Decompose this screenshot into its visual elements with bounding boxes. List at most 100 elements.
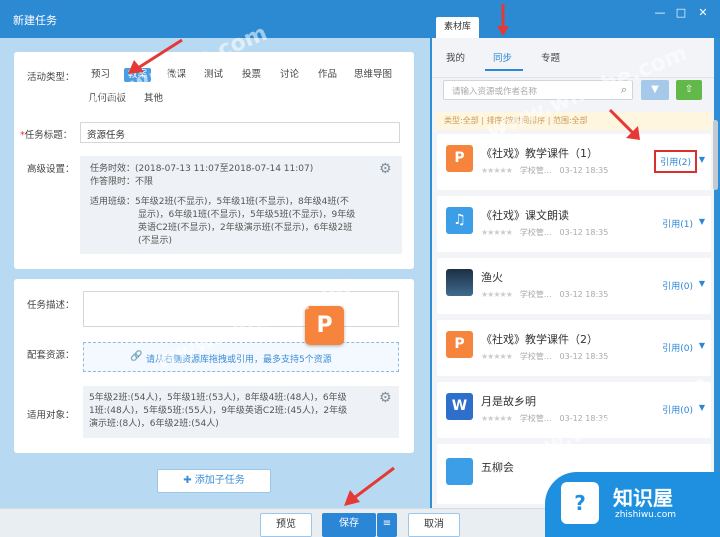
task-title-value: 资源任务 [87,130,126,141]
resource-name: 《社戏》课文朗读 [481,209,569,222]
resource-meta: ★★★★★ 学校管... 03-12 18:35 [481,227,608,238]
logo-url: zhishiwu.com [615,510,676,520]
resource-author: 学校管... [519,414,552,423]
resource-item[interactable]: 渔火 ★★★★★ 学校管... 03-12 18:35 引用(0) ▼ [437,258,711,314]
resource-item[interactable]: ♫ 《社戏》课文朗读 ★★★★★ 学校管... 03-12 18:35 引用(1… [437,196,711,252]
word-icon: W [446,393,473,420]
type-mindmap[interactable]: 思维导图 [350,68,396,82]
caret-down-icon[interactable]: ▼ [699,279,705,288]
logo-text: 知识屋 [613,486,673,510]
rating-stars: ★★★★★ [481,414,513,423]
target-line3: 演示班:(8人)，6年级2班:(54人) [89,419,219,429]
target-label: 适用对象： [27,410,75,421]
resource-author: 学校管... [519,166,552,175]
logo-icon: ? [561,482,599,524]
resource-name: 月是故乡明 [481,395,536,408]
arrow-annotation [497,4,509,36]
subtab-sync[interactable]: 同步 [493,50,512,64]
preview-button[interactable]: 预览 [260,513,312,537]
ppt-icon: P [446,331,473,358]
resource-date: 03-12 18:35 [559,290,609,299]
cite-button[interactable]: 引用(1) [662,217,693,230]
ppt-icon: P [446,145,473,172]
cite-button[interactable]: 引用(0) [662,341,693,354]
type-vote[interactable]: 投票 [238,68,265,82]
resource-date: 03-12 18:35 [559,228,609,237]
scrollbar[interactable] [713,120,718,190]
resource-author: 学校管... [519,352,552,361]
caret-down-icon[interactable]: ▼ [699,155,705,164]
subtab-indicator [485,69,523,71]
resource-name: 《社戏》教学课件（1） [481,147,598,160]
search-placeholder: 请输入资源或作者名称 [452,87,538,97]
resource-author: 学校管... [519,228,552,237]
resource-item[interactable]: P 《社戏》教学课件（1） ★★★★★ 学校管... 03-12 18:35 引… [437,134,711,190]
resource-name: 《社戏》教学课件（2） [481,333,598,346]
cite-button[interactable]: 引用(0) [662,279,693,292]
minimize-button[interactable]: — [652,6,668,19]
type-discuss[interactable]: 讨论 [276,68,303,82]
arrow-annotation [128,38,183,74]
resource-item[interactable]: P 《社戏》教学课件（2） ★★★★★ 学校管... 03-12 18:35 引… [437,320,711,376]
caret-down-icon[interactable]: ▼ [699,403,705,412]
arrow-annotation [608,108,640,140]
resource-author: 学校管... [519,290,552,299]
target-gear-icon[interactable]: ⚙ [379,390,392,406]
caret-down-icon[interactable]: ▼ [699,217,705,226]
answer-limit: 作答限时：不限 [90,177,154,187]
subtab-mine[interactable]: 我的 [446,50,465,64]
activity-type-label: 活动类型： [27,72,75,83]
image-thumbnail [446,269,473,296]
subtab-divider [432,77,714,78]
maximize-button[interactable]: □ [673,6,689,19]
resource-meta: ★★★★★ 学校管... 03-12 18:35 [481,351,608,362]
filter-icon: ▼ [651,84,659,95]
resource-meta: ★★★★★ 学校管... 03-12 18:35 [481,289,608,300]
classes-line2: 显示)，6年级1班(不显示)，5年级5班(不显示)，9年级 [138,210,356,220]
cite-button[interactable]: 引用(2) [654,150,697,173]
upload-button[interactable]: ⇧ [676,80,702,100]
add-subtask-button[interactable]: ✚ 添加子任务 [157,469,271,493]
description-label: 任务描述： [27,300,75,311]
doc-icon [446,458,473,485]
task-title-text: 任务标题： [24,130,73,141]
gear-icon[interactable]: ⚙ [379,161,392,177]
advanced-label: 高级设置： [27,164,75,175]
caret-down-icon[interactable]: ▼ [699,341,705,350]
save-menu-button[interactable]: ≡ [377,513,397,537]
resource-label: 配套资源： [27,350,75,361]
link-icon: 🔗 [130,351,143,362]
tab-material[interactable]: 素材库 [436,17,480,38]
filter-status: 类型:全部 | 排序:按时间排序 | 范围:全部 [436,112,712,130]
rating-stars: ★★★★★ [481,290,513,299]
rating-stars: ★★★★★ [481,166,513,175]
subtab-topic[interactable]: 专题 [541,50,560,64]
resource-dropzone[interactable]: 🔗 请从右侧资源库拖拽或引用，最多支持5个资源 [83,342,399,372]
title-bar [0,0,720,38]
time-range: 任务时效：(2018-07-13 11:07至2018-07-14 11:07) [90,164,314,174]
resource-date: 03-12 18:35 [559,352,609,361]
resource-date: 03-12 18:35 [559,166,609,175]
rating-stars: ★★★★★ [481,228,513,237]
cancel-button[interactable]: 取消 [408,513,460,537]
window-title: 新建任务 [13,14,57,27]
rating-stars: ★★★★★ [481,352,513,361]
upload-icon: ⇧ [684,84,694,95]
close-button[interactable]: ✕ [695,6,711,19]
save-button[interactable]: 保存 [322,513,376,537]
filter-button[interactable]: ▼ [641,80,669,100]
classes-line3: 英语C2班(不显示)，2年级演示班(不显示)，6年级2班 [138,223,353,233]
type-work[interactable]: 作品 [314,68,341,82]
classes-line4: (不显示) [138,236,173,246]
task-title-label: *任务标题： [20,127,72,141]
task-title-input[interactable]: 资源任务 [80,122,400,143]
arrow-annotation [344,466,395,506]
site-logo: ? 知识屋 zhishiwu.com [545,472,720,537]
target-line1: 5年级2班:(54人)，5年级1班:(53人)，8年级4班:(48人)，6年级 [89,393,347,403]
resource-meta: ★★★★★ 学校管... 03-12 18:35 [481,165,608,176]
audio-icon: ♫ [446,207,473,234]
target-line2: 1班:(48人)，5年级5班:(55人)，9年级英语C2班:(45人)，2年级 [89,406,348,416]
classes-line1: 适用班级：5年级2班(不显示)，5年级1班(不显示)，8年级4班(不 [90,197,349,207]
type-preview[interactable]: 预习 [87,68,114,82]
resource-name: 渔火 [481,271,503,284]
